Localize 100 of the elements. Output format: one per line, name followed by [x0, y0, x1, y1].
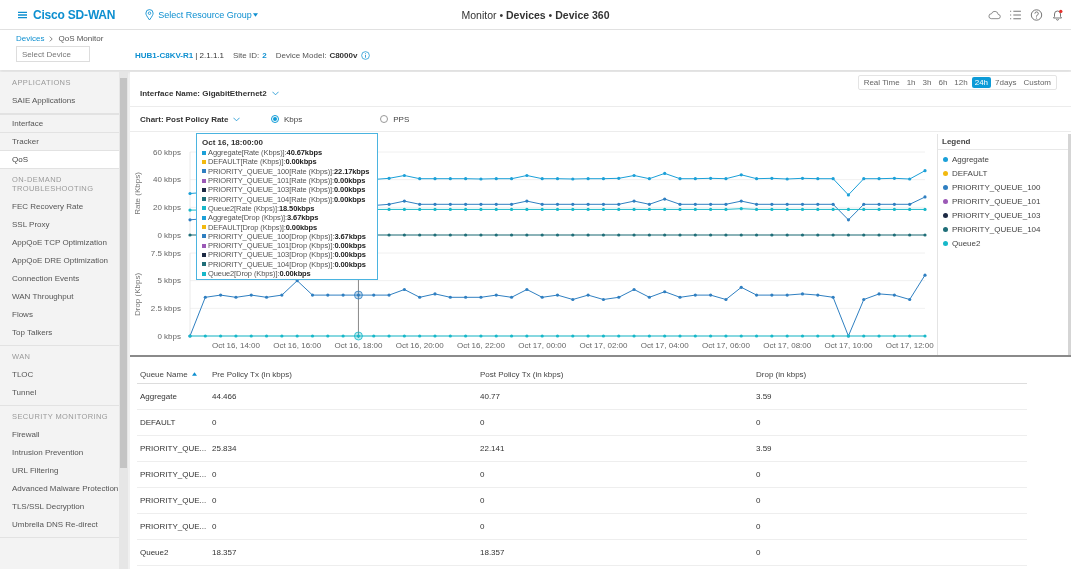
legend-label: Queue2: [952, 238, 981, 248]
y-axis-title: Drop (Kbps): [133, 272, 142, 317]
tooltip-title: Oct 16, 18:00:00: [202, 138, 264, 148]
legend-label: PRIORITY_QUEUE_101: [952, 196, 1041, 206]
table-cell-text: 40.77: [479, 392, 502, 401]
x-axis-label: Oct 16, 18:00: [334, 341, 383, 350]
sidebar-item[interactable]: Intrusion Prevention: [0, 443, 119, 461]
y-axis-label: 7.5 kbps: [150, 248, 181, 258]
sidebar-item[interactable]: Flows: [0, 305, 119, 323]
table-cell-text: 18.357: [211, 548, 238, 557]
column-header[interactable]: Pre Policy Tx (in kbps): [209, 369, 477, 379]
table-cell-text: 0: [479, 418, 486, 427]
x-axis-label: Oct 17, 08:00: [763, 341, 812, 350]
time-range-button[interactable]: 12h: [951, 77, 971, 88]
x-axis-label: Oct 17, 00:00: [518, 341, 567, 350]
column-header[interactable]: Queue Name: [137, 369, 209, 379]
column-header[interactable]: Post Policy Tx (in kbps): [477, 369, 753, 379]
legend-label: DEFAULT: [952, 168, 988, 178]
y-axis-label: 0 kbps: [157, 331, 181, 341]
table-cell-text: 0: [755, 418, 762, 427]
sidebar-item[interactable]: Umbrella DNS Re-direct: [0, 515, 119, 533]
sidebar-item[interactable]: SSL Proxy: [0, 215, 119, 233]
time-range-button[interactable]: 7days: [992, 77, 1020, 88]
table-cell-text: DEFAULT: [139, 418, 177, 427]
y-axis-label: 5 kbps: [157, 276, 181, 286]
table-cell-text: PRIORITY_QUE...: [139, 496, 208, 505]
sidebar-item[interactable]: AppQoE DRE Optimization: [0, 251, 119, 269]
legend-label: PRIORITY_QUEUE_104: [952, 224, 1041, 234]
device-hostname: HUB1-C8KV-R1: [135, 51, 194, 60]
breadcrumb-current: QoS Monitor: [58, 34, 104, 43]
legend-label: Aggregate: [952, 154, 989, 164]
device-select-field[interactable]: Select Device: [16, 46, 90, 62]
unit-radio[interactable]: Kbps: [271, 114, 303, 124]
device-model-label: Device Model:: [275, 51, 327, 60]
table-cell-text: 0: [211, 522, 218, 531]
table-cell-text: PRIORITY_QUE...: [139, 522, 208, 531]
table-cell-text: 22.141: [479, 444, 506, 453]
sidebar-item[interactable]: AppQoE TCP Optimization: [0, 233, 119, 251]
table-cell-text: 0: [755, 470, 762, 479]
legend-label: PRIORITY_QUEUE_100: [952, 182, 1041, 192]
table-cell-text: 0: [755, 496, 762, 505]
list-icon[interactable]: [1009, 8, 1022, 21]
y-axis-title: Rate (Kbps): [133, 172, 142, 215]
x-axis-label: Oct 17, 12:00: [885, 341, 934, 350]
sidebar-item[interactable]: Tunnel: [0, 383, 119, 401]
time-range-button[interactable]: 1h: [903, 77, 919, 88]
sidebar-item[interactable]: TLS/SSL Decryption: [0, 497, 119, 515]
y-axis-label: 40 kbps: [152, 175, 181, 185]
legend-title: Legend: [938, 134, 1068, 150]
caret-icon: [252, 12, 258, 17]
table-cell-text: 18.357: [479, 548, 506, 557]
x-axis-label: Oct 16, 16:00: [273, 341, 322, 350]
scrollbar[interactable]: [119, 72, 128, 569]
x-axis-label: Oct 17, 02:00: [579, 341, 628, 350]
info-icon[interactable]: [361, 51, 371, 60]
time-range-button[interactable]: 3h: [919, 77, 935, 88]
menu-icon[interactable]: [18, 10, 27, 19]
interface-dropdown[interactable]: Interface Name: GigabitEthernet2: [140, 86, 279, 100]
sidebar-item[interactable]: Connection Events: [0, 269, 119, 287]
notification-bell-icon[interactable]: [1051, 8, 1064, 21]
table-cell-text: 0: [479, 496, 486, 505]
x-axis-label: Oct 17, 06:00: [701, 341, 750, 350]
table-cell-text: 3.59: [755, 392, 773, 401]
help-icon[interactable]: [1030, 8, 1043, 21]
table-cell-text: 0: [211, 470, 218, 479]
x-axis-label: Oct 16, 22:00: [456, 341, 505, 350]
sidebar-item[interactable]: WAN Throughput: [0, 287, 119, 305]
table-cell-text: 44.466: [211, 392, 238, 401]
sidebar-item[interactable]: URL Filtering: [0, 461, 119, 479]
cloud-icon[interactable]: [988, 8, 1001, 21]
chart-type-dropdown[interactable]: Chart: Post Policy Rate: [140, 114, 271, 124]
sidebar-item[interactable]: Top Talkers: [0, 323, 119, 341]
brand-name: Cisco SD-WAN: [33, 7, 116, 22]
resource-group-dropdown[interactable]: Select Resource Group: [158, 9, 258, 20]
y-axis-label: 20 kbps: [152, 203, 181, 213]
time-range-button[interactable]: 6h: [935, 77, 951, 88]
unit-radio[interactable]: PPS: [380, 114, 410, 124]
chevron-down-icon: [233, 116, 241, 122]
time-range-button[interactable]: Real Time: [860, 77, 903, 88]
sidebar-item[interactable]: FEC Recovery Rate: [0, 197, 119, 215]
site-id-value: 2: [262, 51, 267, 60]
x-axis-label: Oct 17, 10:00: [824, 341, 873, 350]
sidebar-item[interactable]: Advanced Malware Protection: [0, 479, 119, 497]
sidebar-item[interactable]: QoS: [0, 150, 119, 168]
sidebar-item[interactable]: TLOC: [0, 365, 119, 383]
column-header[interactable]: Drop (in kbps): [753, 369, 1027, 379]
table-cell-text: 0: [755, 548, 762, 557]
device-model-value: C8000v: [329, 51, 358, 60]
time-range-button[interactable]: Custom: [1020, 77, 1054, 88]
y-axis-label: 60 kbps: [152, 147, 181, 157]
table-cell-text: 0: [479, 522, 486, 531]
y-axis-label: 0 kbps: [157, 230, 181, 240]
table-cell-text: 0: [755, 522, 762, 531]
table-cell-text: 0: [211, 418, 218, 427]
sidebar-item[interactable]: Firewall: [0, 425, 119, 443]
sidebar-item[interactable]: SAIE Applications: [0, 91, 119, 109]
x-axis-label: Oct 17, 04:00: [640, 341, 689, 350]
table-cell-text: PRIORITY_QUE...: [139, 470, 208, 479]
table-cell-text: 3.59: [755, 444, 773, 453]
breadcrumb-link[interactable]: Devices: [16, 34, 45, 43]
